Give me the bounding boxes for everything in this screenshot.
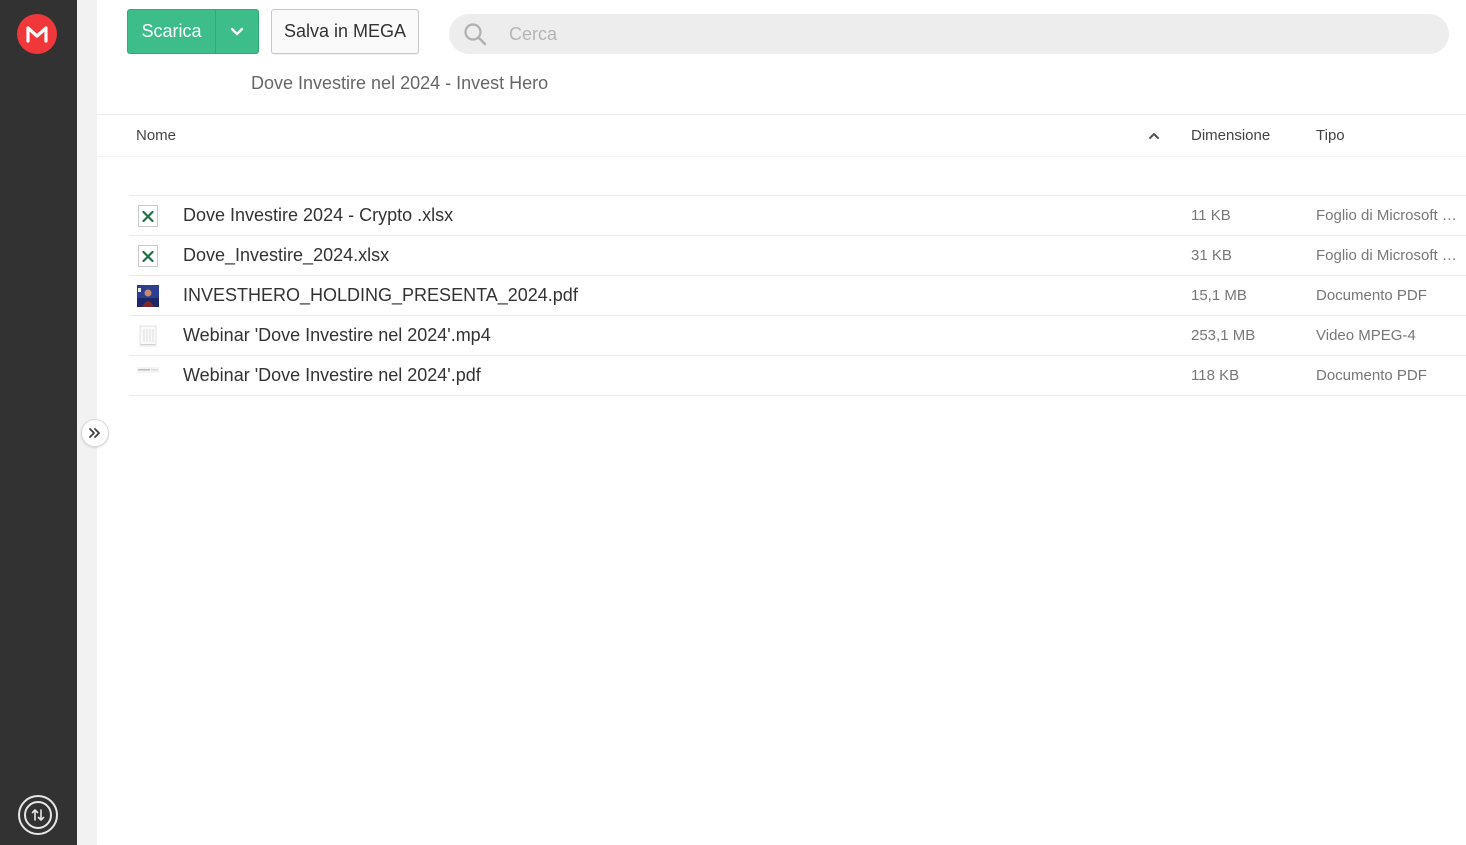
- table-row[interactable]: Dove Investire 2024 - Crypto .xlsx 11 KB…: [130, 196, 1466, 236]
- file-type: Documento PDF: [1316, 287, 1427, 304]
- download-options-button[interactable]: [216, 10, 258, 53]
- mega-logo-icon[interactable]: [17, 14, 57, 54]
- file-name: Webinar 'Dove Investire nel 2024'.mp4: [183, 325, 491, 345]
- search-input[interactable]: [509, 14, 1429, 54]
- video-thumbnail-icon: [139, 325, 157, 347]
- chevron-down-icon: [230, 27, 244, 35]
- transfers-button[interactable]: [18, 795, 58, 835]
- table-row[interactable]: Webinar 'Dove Investire nel 2024'.mp4 25…: [130, 316, 1466, 356]
- header-divider: [97, 114, 1466, 115]
- column-header-divider: [97, 156, 1466, 157]
- transfer-arrows-icon: [24, 801, 52, 829]
- download-button[interactable]: Scarica: [127, 9, 259, 54]
- file-type: Video MPEG-4: [1316, 327, 1416, 344]
- search-icon: [464, 23, 487, 46]
- file-size: 31 KB: [1191, 247, 1232, 264]
- file-type: Foglio di Microsoft Excel: [1316, 247, 1461, 264]
- table-row[interactable]: Webinar 'Dove Investire nel 2024'.pdf 11…: [130, 356, 1466, 396]
- download-label: Scarica: [141, 21, 202, 41]
- file-name: Dove_Investire_2024.xlsx: [183, 245, 390, 265]
- column-header-size[interactable]: Dimensione: [1191, 127, 1270, 144]
- file-size: 253,1 MB: [1191, 327, 1256, 344]
- excel-icon: [138, 245, 158, 267]
- save-to-mega-button[interactable]: Salva in MEGA: [271, 9, 419, 54]
- file-type: Foglio di Microsoft Excel: [1316, 207, 1461, 224]
- file-name: Dove Investire 2024 - Crypto .xlsx: [183, 205, 454, 225]
- pdf-thumbnail-icon: [137, 285, 159, 307]
- double-chevron-right-icon: [89, 428, 100, 438]
- column-header-type[interactable]: Tipo: [1316, 127, 1345, 144]
- sort-ascending-icon[interactable]: [1148, 131, 1160, 141]
- file-name: Webinar 'Dove Investire nel 2024'.pdf: [183, 365, 481, 385]
- file-size: 15,1 MB: [1191, 287, 1247, 304]
- left-rail: [0, 0, 77, 845]
- folder-title: Dove Investire nel 2024 - Invest Hero: [251, 73, 549, 93]
- file-size: 118 KB: [1191, 367, 1240, 384]
- file-size: 11 KB: [1191, 207, 1231, 224]
- file-list: Dove Investire 2024 - Crypto .xlsx 11 KB…: [130, 195, 1466, 396]
- pdf-thumbnail-icon: [137, 367, 159, 373]
- expand-sidebar-button[interactable]: [81, 419, 109, 447]
- excel-icon: [138, 205, 158, 227]
- search-bar: [449, 14, 1449, 54]
- file-name: INVESTHERO_HOLDING_PRESENTA_2024.pdf: [183, 285, 578, 305]
- file-type: Documento PDF: [1316, 367, 1427, 384]
- table-row[interactable]: INVESTHERO_HOLDING_PRESENTA_2024.pdf 15,…: [130, 276, 1466, 316]
- table-row[interactable]: Dove_Investire_2024.xlsx 31 KB Foglio di…: [130, 236, 1466, 276]
- column-header-name[interactable]: Nome: [136, 127, 176, 144]
